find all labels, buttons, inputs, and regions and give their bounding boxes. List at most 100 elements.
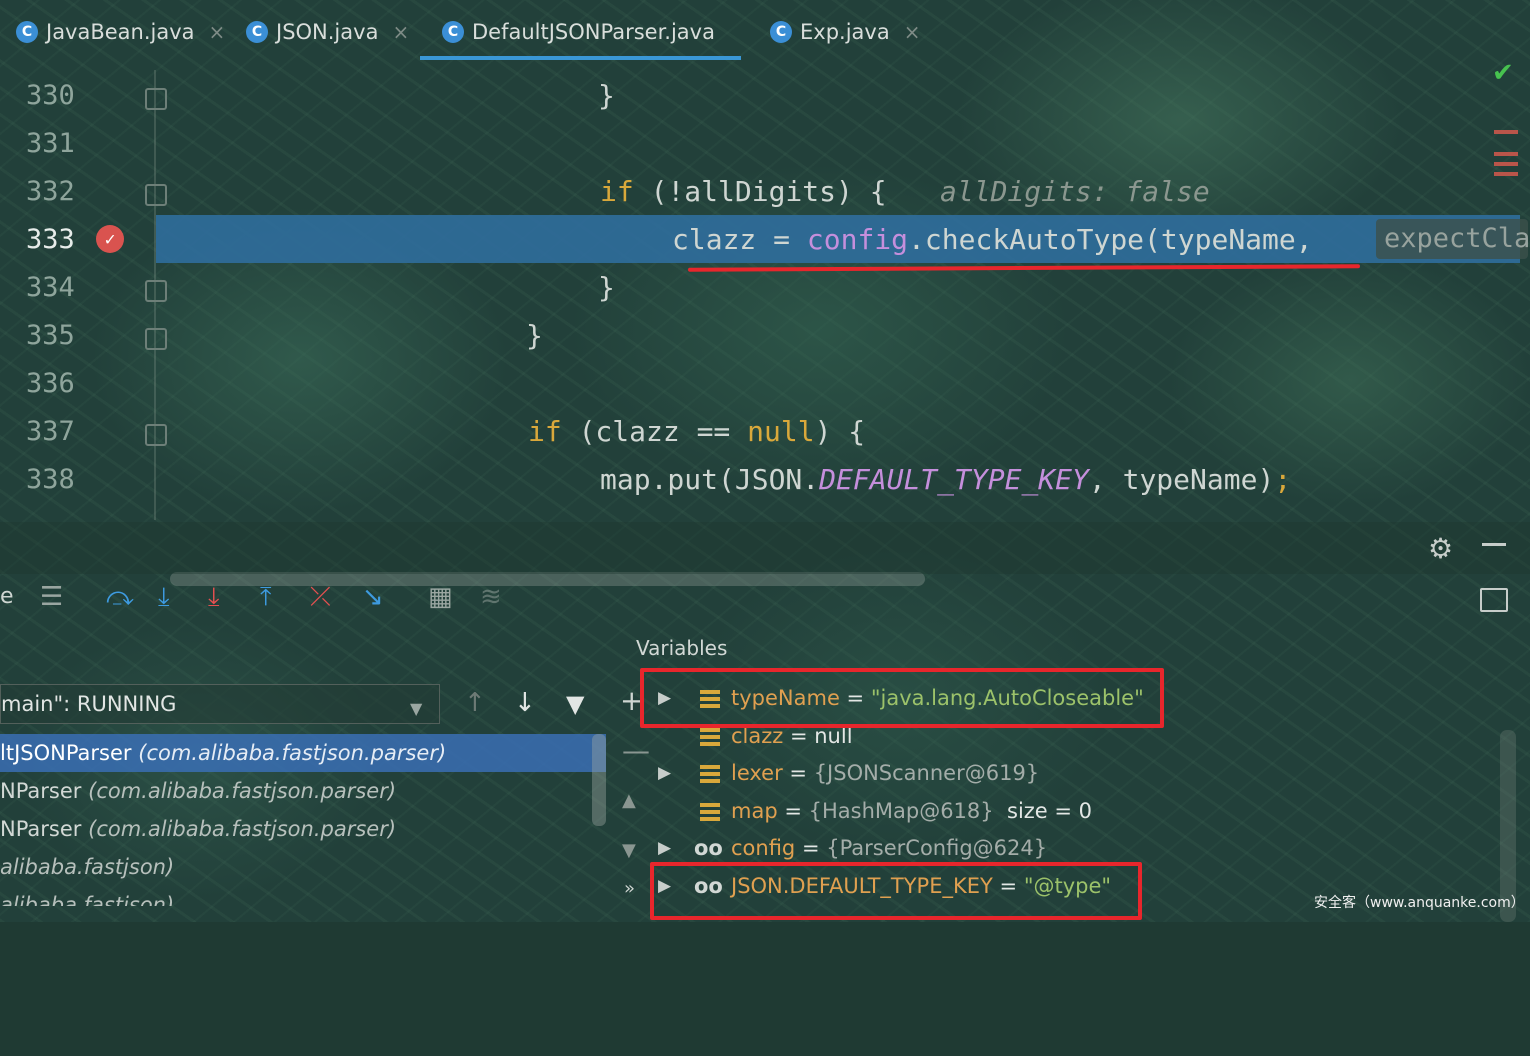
line-number[interactable]: 334 xyxy=(26,264,86,312)
frame-item[interactable]: ltJSONParser (com.alibaba.fastjson.parse… xyxy=(0,734,606,772)
variable-extra: size = 0 xyxy=(993,798,1093,823)
close-icon[interactable]: × xyxy=(209,20,226,44)
step-into-icon[interactable]: ⤓ xyxy=(158,582,170,613)
annotation-box-typename xyxy=(640,668,1164,728)
variables-title: Variables xyxy=(636,636,728,660)
tab-json[interactable]: C JSON.java × xyxy=(246,12,409,52)
code-text: (clazz == xyxy=(561,415,748,448)
drop-frame-icon[interactable]: ⤫ xyxy=(310,582,331,613)
line-number[interactable]: 337 xyxy=(26,408,86,456)
code-line: 334 } xyxy=(0,264,1520,312)
code-text: clazz = config.checkAutoType(typeName, xyxy=(672,216,1313,264)
tab-label: Exp.java xyxy=(800,20,890,44)
class-icon: C xyxy=(16,21,38,43)
run-to-cursor-icon[interactable]: ↘ xyxy=(362,582,384,612)
variable: clazz xyxy=(672,223,757,256)
show-execution-point-icon[interactable]: ☰ xyxy=(40,582,63,612)
move-down-icon[interactable]: ▼ xyxy=(622,840,636,861)
code-text: } xyxy=(526,319,543,352)
frame-item[interactable]: NParser (com.alibaba.fastjson.parser) xyxy=(0,772,606,810)
fold-marker-icon[interactable] xyxy=(145,424,167,446)
variable-value: {JSONScanner@619} xyxy=(813,761,1040,786)
fold-marker-icon[interactable] xyxy=(145,328,167,350)
code-line: 331 xyxy=(0,120,1520,168)
frame-package: (com.alibaba.fastjson.parser) xyxy=(138,741,447,765)
code-editor[interactable]: 330 } 331 332 if (!allDigits) { allDigit… xyxy=(0,70,1528,586)
tab-defaultjsonparser[interactable]: C DefaultJSONParser.java xyxy=(420,12,741,60)
debug-toolbar xyxy=(0,574,1530,624)
step-over-icon[interactable]: ⤼ xyxy=(106,582,134,613)
chevron-down-icon[interactable]: ▼ xyxy=(410,699,422,718)
line-number[interactable]: 338 xyxy=(26,456,86,504)
tab-label: JSON.java xyxy=(276,20,379,44)
code-text: .checkAutoType(typeName, xyxy=(908,223,1313,256)
frame-method: ltJSONParser xyxy=(0,741,132,765)
equals: = xyxy=(782,761,814,786)
frames-list: ltJSONParser (com.alibaba.fastjson.parse… xyxy=(0,734,606,906)
variable-name: map xyxy=(731,798,778,823)
minimize-icon[interactable] xyxy=(1482,543,1506,546)
frames-scrollbar[interactable] xyxy=(592,734,606,826)
variable-row[interactable]: ▶ lexer = {JSONScanner@619} xyxy=(650,755,1500,793)
line-number[interactable]: 332 xyxy=(26,168,86,216)
code-line-current: 333 clazz = config.checkAutoType(typeNam… xyxy=(0,216,1520,264)
evaluate-expression-icon[interactable]: ▦ xyxy=(428,582,453,612)
fold-marker-icon[interactable] xyxy=(145,184,167,206)
equals: = xyxy=(777,798,809,823)
force-step-into-icon[interactable]: ⤓ xyxy=(208,582,220,613)
filter-icon[interactable]: ▼ xyxy=(566,690,584,718)
code-line: 335 } xyxy=(0,312,1520,360)
code-line: 332 if (!allDigits) { allDigits: false xyxy=(0,168,1520,216)
frames-tab-label[interactable]: e xyxy=(0,584,14,609)
frame-package: alibaba.fastjson) xyxy=(0,855,175,879)
checked-breakpoint-icon[interactable]: ✓ xyxy=(96,225,124,253)
debug-panel-header xyxy=(0,522,1530,574)
keyword: if xyxy=(528,415,562,448)
move-up-icon[interactable]: ▲ xyxy=(622,790,636,811)
tab-label: JavaBean.java xyxy=(46,20,195,44)
constant: DEFAULT_TYPE_KEY xyxy=(819,463,1089,496)
code-text: map.put(JSON.DEFAULT_TYPE_KEY, typeName)… xyxy=(600,456,1291,504)
bottom-tool-tabs xyxy=(0,910,1530,922)
variable-name: lexer xyxy=(731,761,783,786)
line-number[interactable]: 333 xyxy=(26,216,86,264)
remove-watch-icon[interactable]: — xyxy=(622,734,650,767)
close-icon[interactable]: × xyxy=(904,20,921,44)
code-text: if (!allDigits) { xyxy=(600,168,887,216)
variable-row[interactable]: map = {HashMap@618} size = 0 xyxy=(650,793,1500,831)
line-number[interactable]: 336 xyxy=(26,360,86,408)
tab-exp[interactable]: C Exp.java × xyxy=(770,12,920,52)
line-number[interactable]: 330 xyxy=(26,72,86,120)
code-text: } xyxy=(598,271,615,304)
thread-selector[interactable]: main": RUNNING xyxy=(0,684,440,724)
keyword: if xyxy=(600,175,634,208)
frame-method: NParser xyxy=(0,817,82,841)
layout-settings-icon[interactable] xyxy=(1480,588,1508,612)
frame-package: (com.alibaba.fastjson.parser) xyxy=(88,817,397,841)
frame-package: (com.alibaba.fastjson.parser) xyxy=(88,779,397,803)
expand-arrow-icon[interactable]: ▶ xyxy=(658,755,671,793)
code-text: if (clazz == null) { xyxy=(528,408,865,456)
frame-item[interactable]: NParser (com.alibaba.fastjson.parser) xyxy=(0,810,606,848)
line-number[interactable]: 335 xyxy=(26,312,86,360)
code-text: map.put(JSON. xyxy=(600,463,820,496)
fold-marker-icon[interactable] xyxy=(145,88,167,110)
gear-icon[interactable]: ⚙ xyxy=(1428,532,1453,565)
class-icon: C xyxy=(246,21,268,43)
trace-icon[interactable]: ≋ xyxy=(480,582,502,612)
tab-javabean[interactable]: C JavaBean.java × xyxy=(16,12,225,52)
more-icon[interactable]: » xyxy=(624,878,635,899)
arrow-down-icon[interactable]: ↓ xyxy=(514,688,536,718)
frame-item[interactable]: alibaba.fastjson) xyxy=(0,886,606,906)
variable-name: config xyxy=(731,836,796,861)
equals: = xyxy=(795,836,827,861)
fold-marker-icon[interactable] xyxy=(145,280,167,302)
close-icon[interactable]: × xyxy=(392,20,409,44)
frame-item[interactable]: alibaba.fastjson) xyxy=(0,848,606,886)
field: config xyxy=(806,223,909,256)
step-out-icon[interactable]: ⤒ xyxy=(260,582,272,613)
field-icon xyxy=(700,765,720,784)
line-number[interactable]: 331 xyxy=(26,120,86,168)
code-line: 336 xyxy=(0,360,1520,408)
arrow-up-icon[interactable]: ↑ xyxy=(464,688,486,718)
